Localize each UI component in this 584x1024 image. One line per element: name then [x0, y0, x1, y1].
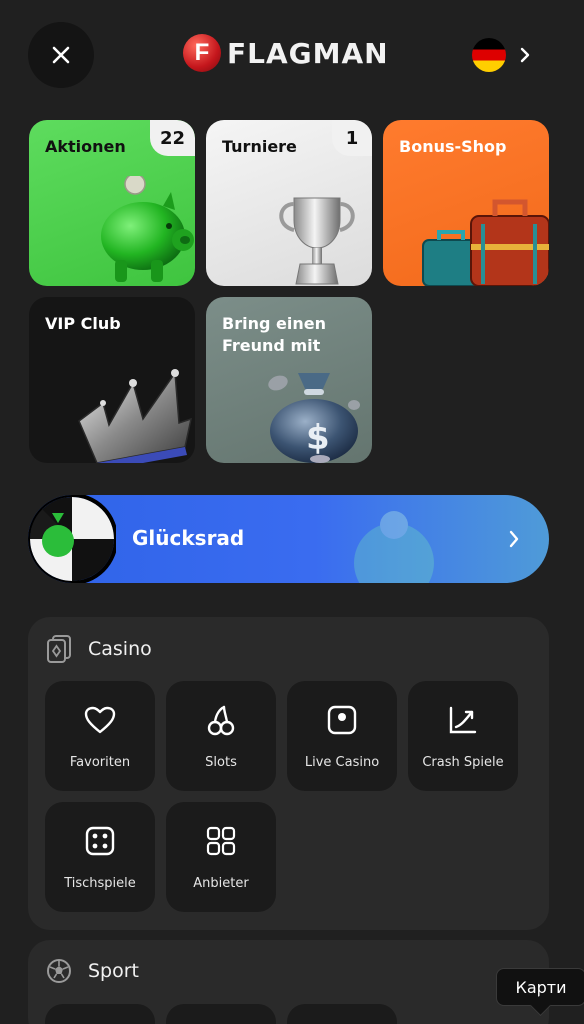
grid-icon	[206, 826, 236, 856]
casino-item-tischspiele[interactable]: Tischspiele	[45, 802, 155, 912]
live-icon	[327, 705, 357, 735]
fortune-wheel-icon	[28, 495, 116, 583]
promo-tile-vip-club[interactable]: VIP Club	[29, 297, 195, 463]
section-title: Casino	[88, 638, 152, 660]
promo-tile-bonus-shop[interactable]: Bonus-Shop	[383, 120, 549, 286]
promo-label: Turniere	[222, 137, 297, 156]
close-icon	[52, 46, 70, 64]
promo-label: Bring einen Freund mit	[222, 314, 326, 355]
sport-item[interactable]	[166, 1004, 276, 1024]
promo-tile-turniere[interactable]: Turniere 1	[206, 120, 372, 286]
money-bag-icon: $	[268, 373, 360, 463]
sport-item[interactable]	[287, 1004, 397, 1024]
crown-icon	[78, 369, 193, 463]
promo-tile-bring-einen-freund-mit[interactable]: Bring einen Freund mit $	[206, 297, 372, 463]
logo[interactable]: F FLAGMAN	[183, 34, 389, 72]
header: F FLAGMAN	[0, 0, 584, 110]
promo-label: Aktionen	[45, 137, 126, 156]
soccer-ball-icon	[47, 959, 71, 983]
germany-flag-icon	[472, 38, 506, 72]
logo-mark: F	[183, 34, 221, 72]
logo-text: FLAGMAN	[227, 36, 389, 70]
casino-item-crash-spiele[interactable]: Crash Spiele	[408, 681, 518, 791]
dice-icon	[85, 826, 115, 856]
casino-item-label: Anbieter	[193, 876, 249, 891]
chevron-right-icon	[520, 47, 530, 63]
casino-item-label: Slots	[205, 755, 237, 770]
casino-section: Casino Favoriten Slots Live Casino Crash…	[28, 617, 549, 930]
casino-item-anbieter[interactable]: Anbieter	[166, 802, 276, 912]
wheel-decoration-icon	[354, 511, 434, 583]
casino-header[interactable]: Casino	[46, 635, 152, 663]
sport-item[interactable]	[45, 1004, 155, 1024]
promo-label: Bonus-Shop	[399, 137, 507, 156]
cards-icon	[47, 635, 71, 663]
casino-item-label: Crash Spiele	[422, 755, 504, 770]
chart-up-icon	[449, 706, 477, 734]
casino-item-slots[interactable]: Slots	[166, 681, 276, 791]
casino-item-live-casino[interactable]: Live Casino	[287, 681, 397, 791]
casino-item-label: Tischspiele	[64, 876, 136, 891]
svg-text:$: $	[306, 418, 330, 458]
promo-count-badge: 22	[149, 120, 195, 156]
piggy-bank-icon	[101, 176, 194, 282]
casino-item-label: Live Casino	[304, 755, 380, 770]
heart-icon	[84, 706, 116, 734]
trophy-icon	[279, 197, 355, 285]
promo-tile-aktionen[interactable]: Aktionen 22	[29, 120, 195, 286]
promo-label: VIP Club	[45, 314, 121, 333]
wheel-label: Glücksrad	[132, 526, 245, 550]
tooltip: Карти	[496, 968, 584, 1006]
sport-header[interactable]: Sport	[46, 958, 139, 984]
language-selector[interactable]	[472, 38, 532, 72]
promo-count-badge: 1	[332, 120, 372, 156]
cherries-icon	[207, 705, 235, 736]
suitcase-icon	[422, 199, 549, 286]
chevron-right-icon	[509, 530, 519, 548]
sport-section: Sport	[28, 940, 549, 1024]
close-button[interactable]	[28, 22, 94, 88]
casino-item-favoriten[interactable]: Favoriten	[45, 681, 155, 791]
casino-item-label: Favoriten	[69, 755, 131, 770]
section-title: Sport	[88, 960, 140, 982]
fortune-wheel-banner[interactable]: Glücksrad	[28, 495, 549, 583]
